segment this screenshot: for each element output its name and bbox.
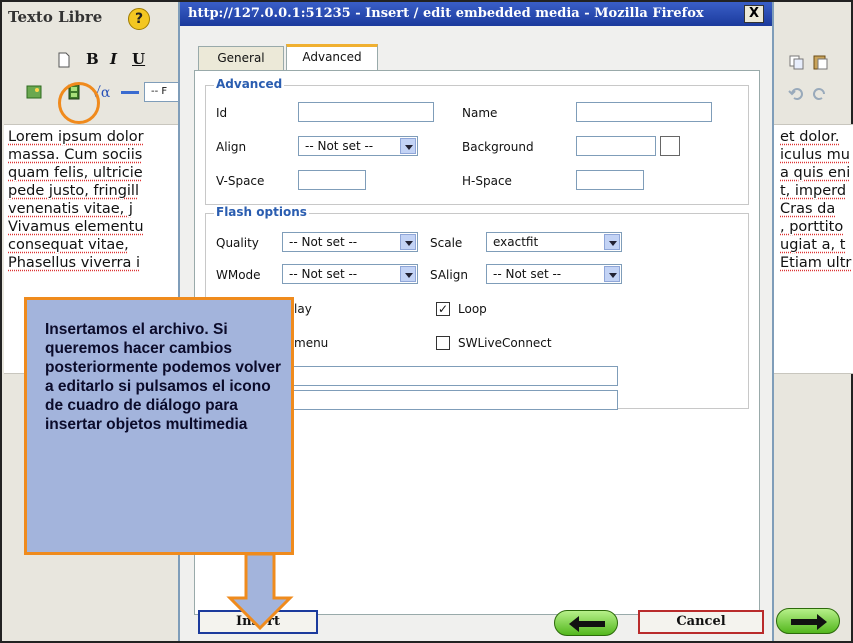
doc-line: pede justo, fringill: [8, 183, 139, 199]
back-arrow-button[interactable]: [554, 610, 618, 636]
color-picker-icon[interactable]: [660, 136, 680, 156]
advanced-legend: Advanced: [214, 77, 285, 91]
salign-select[interactable]: -- Not set --: [486, 264, 622, 284]
id-label: Id: [216, 106, 228, 120]
scale-label: Scale: [430, 236, 463, 250]
background-label: Background: [462, 140, 534, 154]
dropdown-arrow-icon: [400, 234, 416, 250]
new-document-icon[interactable]: [56, 52, 72, 68]
autoplay-label: lay: [294, 302, 312, 316]
loop-checkbox[interactable]: ✓: [436, 302, 450, 316]
vspace-input[interactable]: [298, 170, 366, 190]
id-input[interactable]: [298, 102, 434, 122]
swliveconnect-checkbox[interactable]: [436, 336, 450, 350]
align-label: Align: [216, 140, 247, 154]
doc-line-right: a quis eni: [780, 165, 851, 181]
scale-select[interactable]: exactfit: [486, 232, 622, 252]
swliveconnect-label: SWLiveConnect: [458, 336, 552, 350]
dropdown-arrow-icon: [604, 266, 620, 282]
format-select-value: -- F: [151, 86, 168, 97]
wmode-select-value: -- Not set --: [289, 267, 358, 281]
quality-select-value: -- Not set --: [289, 235, 358, 249]
doc-line-right: , porttito: [780, 219, 844, 235]
horizontal-rule-icon[interactable]: [120, 84, 140, 100]
forward-arrow-button[interactable]: [776, 608, 840, 634]
doc-line-right: et dolor.: [780, 129, 840, 145]
redo-icon[interactable]: [812, 86, 828, 102]
advanced-fieldset: Advanced Id Name Align -- Not set -- Bac…: [205, 77, 749, 205]
doc-line: quam felis, ultricie: [8, 165, 143, 181]
editor-title: Texto Libre: [8, 8, 103, 26]
align-select-value: -- Not set --: [305, 139, 374, 153]
flash-options-legend: Flash options: [214, 205, 309, 219]
hspace-label: H-Space: [462, 174, 512, 188]
down-arrow-icon: [226, 552, 294, 631]
salign-label: SAlign: [430, 268, 468, 282]
dialog-title: http://127.0.0.1:51235 - Insert / edit e…: [180, 2, 772, 26]
flash-option-input[interactable]: [282, 366, 618, 386]
doc-line: Phasellus viverra i: [8, 255, 141, 271]
tutorial-callout: Insertamos el archivo. Si queremos hacer…: [24, 297, 294, 555]
copy-icon[interactable]: [788, 54, 804, 70]
doc-line: massa. Cum sociis: [8, 147, 143, 163]
doc-line-right: Etiam ultr: [780, 255, 852, 271]
paste-icon[interactable]: [812, 54, 828, 70]
scale-select-value: exactfit: [493, 235, 539, 249]
tab-general[interactable]: General: [198, 46, 284, 70]
quality-select[interactable]: -- Not set --: [282, 232, 418, 252]
dropdown-arrow-icon: [400, 266, 416, 282]
doc-line: Vivamus elementu: [8, 219, 144, 235]
tab-advanced[interactable]: Advanced: [286, 44, 378, 70]
vspace-label: V-Space: [216, 174, 265, 188]
name-label: Name: [462, 106, 498, 120]
right-arrow-icon: [791, 614, 827, 630]
left-arrow-icon: [569, 616, 605, 632]
image-icon[interactable]: [26, 84, 42, 100]
callout-text: Insertamos el archivo. Si queremos hacer…: [45, 321, 282, 433]
doc-line-right: ugiat a, t: [780, 237, 846, 253]
wmode-select[interactable]: -- Not set --: [282, 264, 418, 284]
doc-line-right: t, imperd: [780, 183, 847, 199]
quality-label: Quality: [216, 236, 259, 250]
salign-select-value: -- Not set --: [493, 267, 562, 281]
background-input[interactable]: [576, 136, 656, 156]
doc-line: Lorem ipsum dolor: [8, 129, 144, 145]
cancel-button[interactable]: Cancel: [638, 610, 764, 634]
align-select[interactable]: -- Not set --: [298, 136, 418, 156]
close-button[interactable]: X: [744, 5, 764, 23]
help-icon[interactable]: ?: [128, 8, 150, 30]
wmode-label: WMode: [216, 268, 261, 282]
hspace-input[interactable]: [576, 170, 644, 190]
undo-icon[interactable]: [788, 86, 804, 102]
flash-option-input[interactable]: [282, 390, 618, 410]
editor-toolbar-right: [782, 46, 852, 114]
dropdown-arrow-icon: [604, 234, 620, 250]
doc-line-right: iculus mu: [780, 147, 850, 163]
underline-button[interactable]: U: [132, 50, 145, 68]
loop-label: Loop: [458, 302, 487, 316]
name-input[interactable]: [576, 102, 712, 122]
italic-button[interactable]: I: [110, 50, 117, 68]
doc-line: venenatis vitae, j: [8, 201, 133, 217]
highlight-ring: [58, 82, 100, 124]
bold-button[interactable]: B: [86, 50, 99, 68]
doc-line: consequat vitae,: [8, 237, 129, 253]
dropdown-arrow-icon: [400, 138, 416, 154]
menu-label: menu: [294, 336, 329, 350]
doc-line-right: Cras da: [780, 201, 836, 217]
